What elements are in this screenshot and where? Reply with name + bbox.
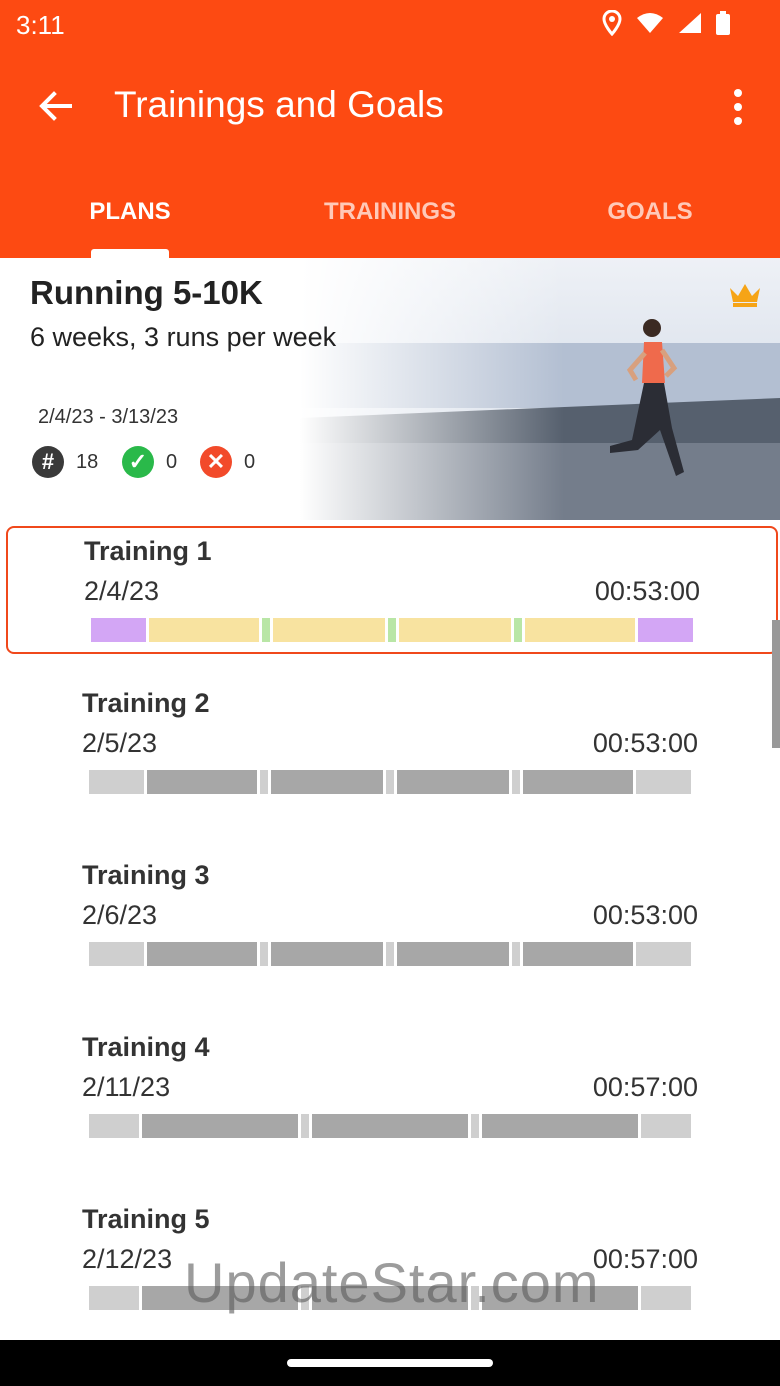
interval-walk	[512, 770, 520, 794]
interval-run	[149, 618, 259, 642]
training-date: 2/11/23	[82, 1072, 171, 1102]
stat-total: # 18	[32, 446, 98, 478]
app-bar: 3:11 Trainings and Goals PLANS TRAININGS…	[0, 0, 780, 258]
training-interval-bar	[89, 770, 691, 794]
interval-walk	[262, 618, 270, 642]
interval-cooldown	[638, 618, 693, 642]
stat-missed: ✕ 0	[200, 446, 255, 478]
training-name: Training 3	[82, 860, 210, 890]
cross-icon: ✕	[200, 446, 232, 478]
hash-icon: #	[32, 446, 64, 478]
training-item[interactable]: Training 3 2/6/23 00:53:00	[6, 852, 774, 978]
stat-missed-value: 0	[244, 450, 256, 473]
plan-date-range: 2/4/23 - 3/13/23	[38, 406, 179, 428]
interval-warmup	[89, 1286, 139, 1310]
interval-run	[271, 942, 383, 966]
interval-warmup	[89, 770, 144, 794]
training-name: Training 1	[84, 536, 212, 566]
interval-run	[482, 1114, 638, 1138]
training-name: Training 2	[82, 688, 210, 718]
interval-walk	[386, 770, 394, 794]
training-interval-bar	[89, 1114, 691, 1138]
interval-run	[525, 618, 635, 642]
interval-cooldown	[636, 770, 691, 794]
back-arrow-icon[interactable]	[36, 86, 76, 126]
training-interval-bar	[89, 942, 691, 966]
training-duration: 00:57:00	[592, 1244, 698, 1274]
interval-warmup	[89, 942, 144, 966]
stat-total-value: 18	[76, 450, 99, 473]
interval-run	[312, 1114, 468, 1138]
interval-walk	[260, 942, 268, 966]
plan-subtitle: 6 weeks, 3 runs per week	[30, 322, 337, 352]
training-interval-bar	[91, 618, 693, 642]
training-duration: 00:53:00	[592, 728, 698, 758]
watermark: UpdateStar.com	[184, 1251, 600, 1314]
training-date: 2/5/23	[82, 728, 158, 758]
interval-run	[271, 770, 383, 794]
runner-photo	[300, 258, 780, 520]
home-gesture-handle[interactable]	[287, 1359, 493, 1367]
stat-completed-value: 0	[166, 450, 178, 473]
wifi-icon	[637, 13, 663, 33]
stat-completed: ✓ 0	[122, 446, 177, 478]
tab-goals[interactable]: GOALS	[550, 198, 750, 226]
interval-cooldown	[636, 942, 691, 966]
interval-run	[273, 618, 385, 642]
training-date: 2/6/23	[82, 900, 158, 930]
status-time: 3:11	[16, 10, 65, 40]
interval-warmup	[89, 1114, 139, 1138]
training-duration: 00:53:00	[594, 576, 700, 606]
interval-walk	[386, 942, 394, 966]
plan-title: Running 5-10K	[30, 274, 263, 311]
interval-walk	[301, 1114, 309, 1138]
interval-run	[523, 942, 633, 966]
training-name: Training 4	[82, 1032, 210, 1062]
interval-walk	[514, 618, 522, 642]
interval-walk	[260, 770, 268, 794]
interval-run	[147, 770, 257, 794]
tab-trainings[interactable]: TRAININGS	[290, 198, 490, 226]
scrollbar-thumb[interactable]	[772, 620, 780, 748]
signal-icon	[679, 13, 701, 33]
training-duration: 00:57:00	[592, 1072, 698, 1102]
interval-warmup	[91, 618, 146, 642]
training-item[interactable]: Training 2 2/5/23 00:53:00	[6, 680, 774, 806]
training-duration: 00:53:00	[592, 900, 698, 930]
tab-indicator	[91, 249, 169, 258]
location-icon	[602, 10, 622, 36]
interval-cooldown	[641, 1114, 691, 1138]
interval-run	[397, 770, 509, 794]
interval-run	[399, 618, 511, 642]
interval-run	[397, 942, 509, 966]
battery-icon	[716, 11, 730, 35]
interval-run	[147, 942, 257, 966]
interval-walk	[512, 942, 520, 966]
training-date: 2/12/23	[82, 1244, 173, 1274]
training-date: 2/4/23	[84, 576, 160, 606]
interval-run	[142, 1114, 298, 1138]
interval-walk	[471, 1114, 479, 1138]
training-name: Training 5	[82, 1204, 210, 1234]
more-options-icon[interactable]	[730, 88, 746, 126]
interval-walk	[388, 618, 396, 642]
check-icon: ✓	[122, 446, 154, 478]
status-icons	[602, 10, 730, 36]
training-item[interactable]: Training 4 2/11/23 00:57:00	[6, 1024, 774, 1150]
crown-premium-icon	[730, 284, 760, 307]
training-item[interactable]: Training 1 2/4/23 00:53:00	[6, 526, 778, 654]
interval-cooldown	[641, 1286, 691, 1310]
tab-plans[interactable]: PLANS	[30, 198, 230, 226]
interval-run	[523, 770, 633, 794]
page-title: Trainings and Goals	[114, 84, 444, 125]
